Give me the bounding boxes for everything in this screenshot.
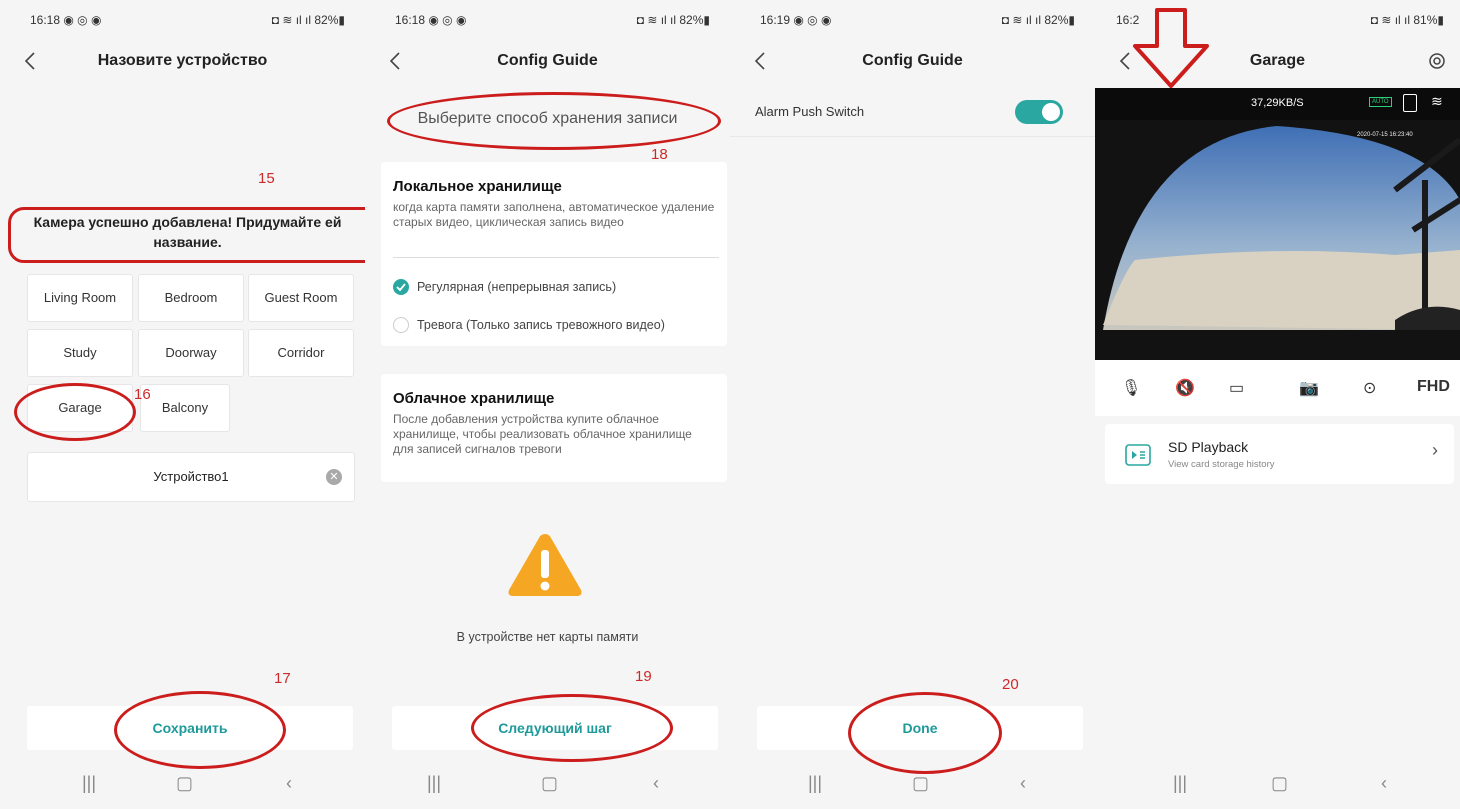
video-controls: 🎙 🔇 ▭ 📷 ⊙ FHD [1095, 360, 1460, 416]
home-icon[interactable]: ▢ [1271, 773, 1288, 794]
system-nav-bar: ||| ▢ ‹ [1095, 759, 1460, 809]
bitrate: 37,29KB/S [1251, 97, 1304, 109]
status-bar: 16:18 ◉ ◎ ◉ ◘ ≋ ıl ıl 82%▮ [0, 0, 365, 38]
home-icon[interactable]: ▢ [912, 773, 929, 794]
radio-unchecked-icon[interactable] [393, 317, 409, 333]
local-storage-title: Локальное хранилище [393, 178, 562, 195]
local-storage-card[interactable]: Локальное хранилище когда карта памяти з… [381, 162, 727, 346]
annotation-20: 20 [1002, 676, 1019, 693]
panel-name-device: 16:18 ◉ ◎ ◉ ◘ ≋ ıl ıl 82%▮ Назовите устр… [0, 0, 365, 809]
annotation-19: 19 [635, 668, 652, 685]
status-bar: 16:19 ◉ ◎ ◉ ◘ ≋ ıl ıl 82%▮ [730, 0, 1095, 38]
nav-back-icon[interactable]: ‹ [653, 773, 659, 794]
annotation-ellipse [14, 383, 136, 441]
status-time: 16:18 ◉ ◎ ◉ [395, 13, 467, 27]
sd-playback-subtitle: View card storage history [1168, 459, 1275, 470]
page-title: Назовите устройство [97, 52, 268, 69]
alarm-push-row: Alarm Push Switch [730, 88, 1095, 137]
recent-apps-icon[interactable]: ||| [82, 773, 96, 794]
home-icon[interactable]: ▢ [176, 773, 193, 794]
cloud-storage-desc: После добавления устройства купите облач… [393, 412, 692, 456]
header: Config Guide [730, 38, 1095, 86]
screen-icon[interactable] [1403, 94, 1417, 112]
video-timestamp: 2020-07-15 16:23:40 [1357, 132, 1413, 138]
ptz-icon[interactable]: ⊙ [1363, 378, 1376, 398]
option-regular[interactable]: Регулярная (непрерывная запись) [417, 280, 616, 294]
divider [393, 257, 719, 258]
alarm-push-label: Alarm Push Switch [755, 104, 865, 119]
quality-button[interactable]: FHD [1417, 378, 1450, 396]
room-living-room[interactable]: Living Room [27, 274, 133, 322]
chevron-right-icon: › [1432, 440, 1438, 460]
annotation-18: 18 [651, 146, 668, 163]
annotation-ellipse [114, 691, 286, 769]
page-title: Config Guide [862, 52, 963, 69]
room-corridor[interactable]: Corridor [248, 329, 354, 377]
room-balcony[interactable]: Balcony [140, 384, 230, 432]
warning-icon [508, 534, 582, 596]
status-icons: ◘ ≋ ıl ıl 82%▮ [636, 13, 710, 27]
status-time: 16:18 ◉ ◎ ◉ [30, 13, 102, 27]
wifi-icon: ≋ [1431, 93, 1443, 109]
recent-apps-icon[interactable]: ||| [427, 773, 441, 794]
nav-back-icon[interactable]: ‹ [286, 773, 292, 794]
camera-feed: 2020-07-15 16:23:40 [1095, 120, 1460, 360]
page-title: Config Guide [497, 52, 598, 69]
system-nav-bar: ||| ▢ ‹ [365, 759, 730, 809]
playback-icon [1125, 444, 1151, 466]
system-nav-bar: ||| ▢ ‹ [0, 759, 365, 809]
room-bedroom[interactable]: Bedroom [138, 274, 244, 322]
system-nav-bar: ||| ▢ ‹ [730, 759, 1095, 809]
success-message: Камера успешно добавлена! Придумайте ей … [33, 214, 342, 250]
status-icons: ◘ ≋ ıl ıl 82%▮ [271, 13, 345, 27]
annotation-ellipse [387, 92, 721, 150]
header: Config Guide [365, 38, 730, 86]
status-icons: ◘ ≋ ıl ıl 82%▮ [1001, 13, 1075, 27]
camera-icon[interactable]: 📷 [1299, 378, 1319, 398]
recent-apps-icon[interactable]: ||| [808, 773, 822, 794]
nav-back-icon[interactable]: ‹ [1381, 773, 1387, 794]
panel-live-view: 16:2 ◘ ≋ ıl ıl 81%▮ Garage 37,29KB/S AUT… [1095, 0, 1460, 809]
video-toolbar: 37,29KB/S AUTO ≋ [1095, 88, 1460, 120]
annotation-ellipse [471, 694, 673, 762]
annotation-17: 17 [274, 670, 291, 687]
recent-apps-icon[interactable]: ||| [1173, 773, 1187, 794]
local-storage-desc: когда карта памяти заполнена, автоматиче… [393, 200, 715, 229]
status-time: 16:19 ◉ ◎ ◉ [760, 13, 832, 27]
alarm-push-toggle[interactable] [1015, 100, 1063, 124]
record-icon[interactable]: ▭ [1229, 378, 1244, 398]
home-icon[interactable]: ▢ [541, 773, 558, 794]
cloud-storage-card[interactable]: Облачное хранилище После добавления устр… [381, 374, 727, 482]
panel-alarm: 16:19 ◉ ◎ ◉ ◘ ≋ ıl ıl 82%▮ Config Guide … [730, 0, 1095, 809]
panel-storage: 16:18 ◉ ◎ ◉ ◘ ≋ ıl ıl 82%▮ Config Guide … [365, 0, 730, 809]
header: Назовите устройство [0, 38, 365, 86]
sd-playback-title: SD Playback [1168, 439, 1249, 455]
device-name-input[interactable]: Устройство1 ✕ [27, 452, 355, 502]
room-doorway[interactable]: Doorway [138, 329, 244, 377]
room-guest-room[interactable]: Guest Room [248, 274, 354, 322]
cloud-storage-title: Облачное хранилище [393, 390, 555, 407]
microphone-icon[interactable]: 🎙 [1121, 378, 1141, 398]
gear-icon[interactable] [1426, 50, 1448, 72]
radio-checked-icon[interactable] [393, 279, 409, 295]
clear-icon[interactable]: ✕ [326, 469, 342, 485]
annotation-arrow [1133, 8, 1209, 88]
status-bar: 16:18 ◉ ◎ ◉ ◘ ≋ ıl ıl 82%▮ [365, 0, 730, 38]
option-alarm[interactable]: Тревога (Только запись тревожного видео) [417, 318, 665, 332]
sd-playback-item[interactable]: SD Playback View card storage history › [1105, 424, 1454, 484]
no-card-text: В устройстве нет карты памяти [456, 630, 639, 644]
room-study[interactable]: Study [27, 329, 133, 377]
annotation-15: 15 [258, 170, 275, 187]
nav-back-icon[interactable]: ‹ [1020, 773, 1026, 794]
annotation-16: 16 [134, 386, 151, 403]
status-icons: ◘ ≋ ıl ıl 81%▮ [1370, 13, 1444, 27]
mute-icon[interactable]: 🔇 [1175, 378, 1195, 398]
live-video[interactable]: 37,29KB/S AUTO ≋ 2020-07-15 16:23:40 [1095, 88, 1460, 360]
auto-badge[interactable]: AUTO [1369, 97, 1392, 107]
device-name-value: Устройство1 [153, 469, 229, 484]
